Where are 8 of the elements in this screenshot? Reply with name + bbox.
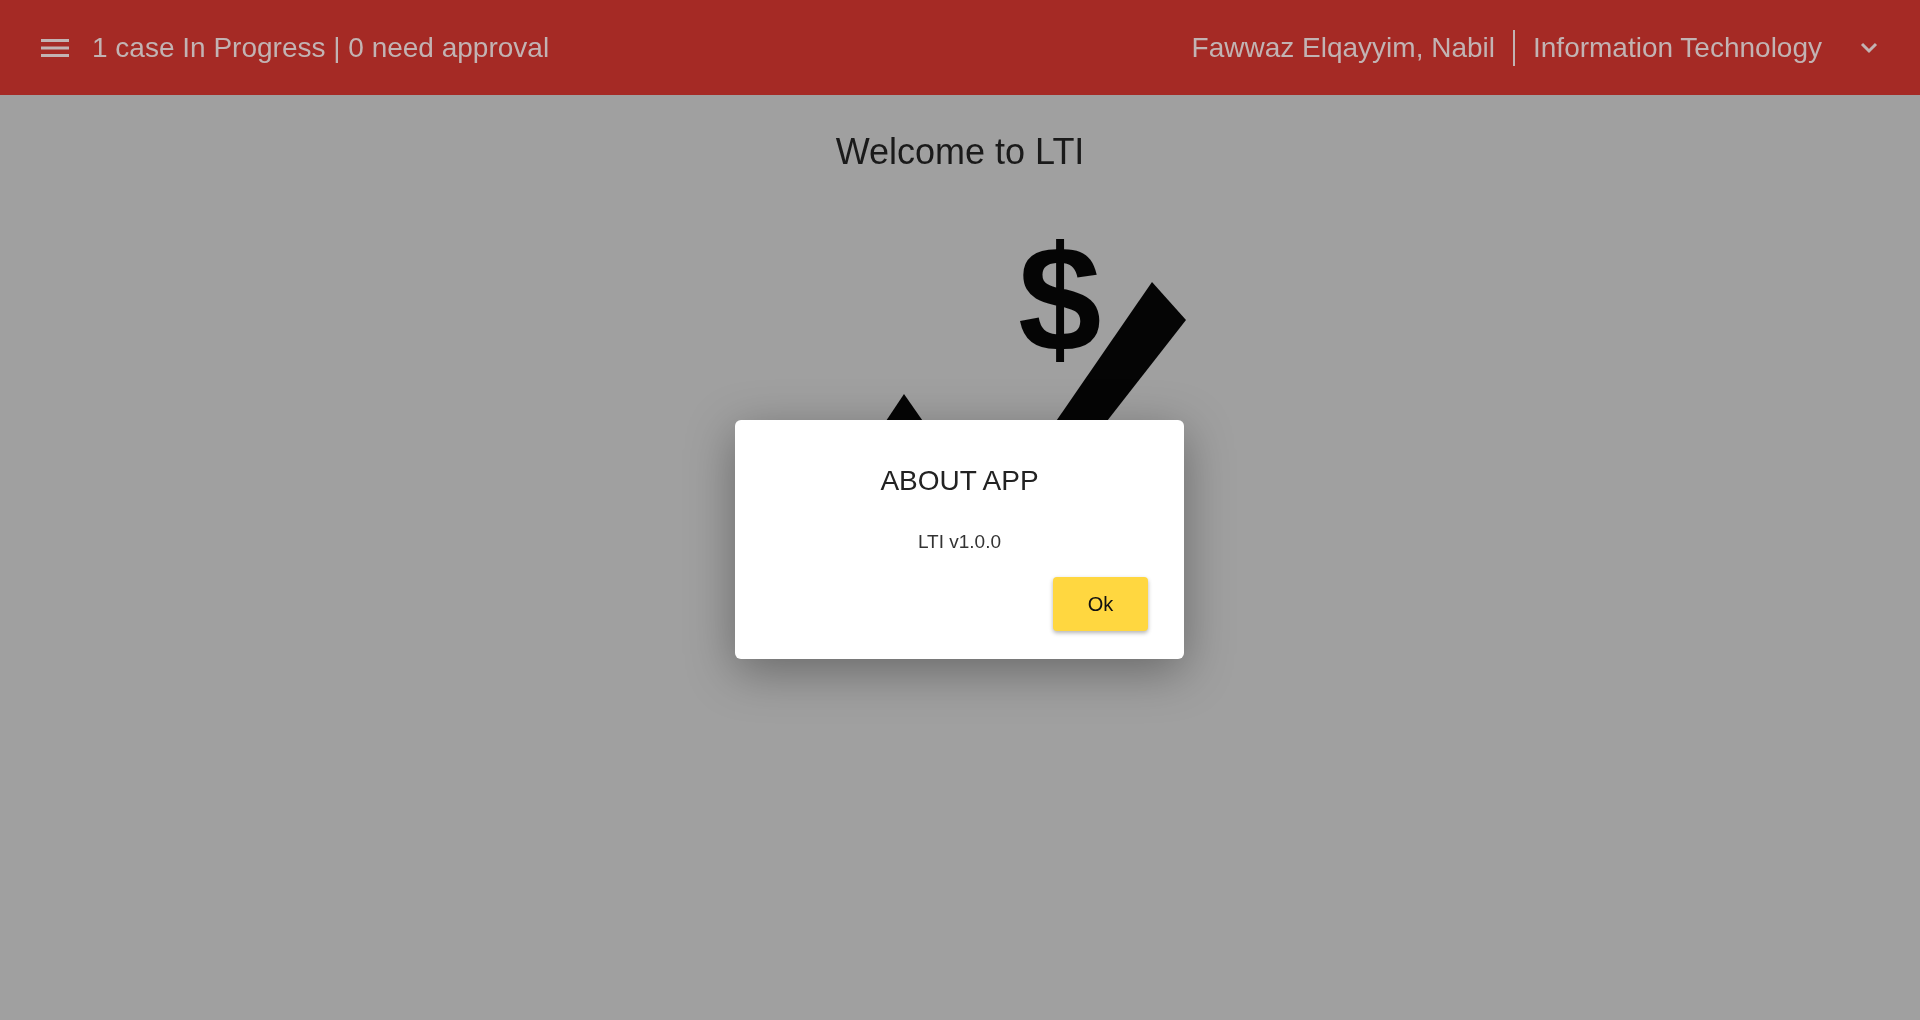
version-text: LTI v1.0.0 (917, 530, 1002, 554)
department-name: Information Technology (1533, 30, 1822, 65)
ok-button[interactable]: Ok (1053, 576, 1148, 631)
welcome-heading: Welcome to LTI (835, 130, 1085, 174)
user-name: Fawwaz Elqayyim, Nabil (1191, 30, 1495, 65)
dialog-title: ABOUT APP (880, 464, 1039, 498)
status-summary: 1 case In Progress | 0 need approval (92, 30, 550, 65)
dollar-sign: $ (1018, 224, 1102, 374)
